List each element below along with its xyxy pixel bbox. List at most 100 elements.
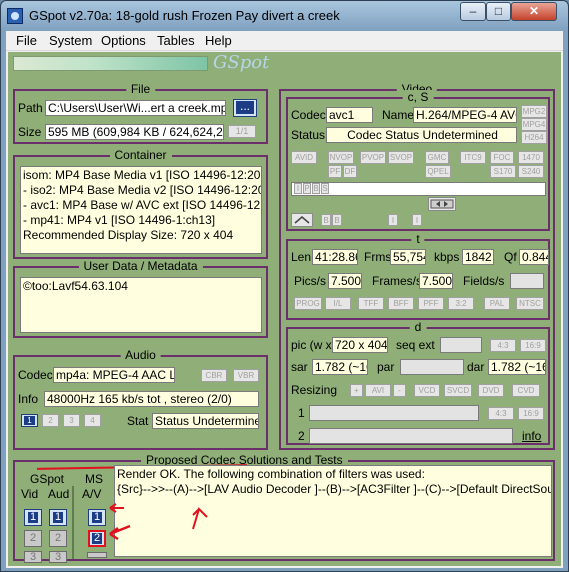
- timeline-i2: I: [412, 214, 422, 226]
- client-area: File System Options Tables Help GSpot Fi…: [6, 31, 563, 568]
- container-group-title: Container: [109, 148, 172, 162]
- container-line: Recommended Display Size: 720 x 404: [23, 228, 234, 242]
- flag-ntsc: NTSC: [516, 297, 544, 310]
- maximize-button[interactable]: □: [486, 2, 511, 21]
- ms-solution-1-button[interactable]: 1: [88, 509, 106, 526]
- frames-label: Frames/s: [372, 274, 423, 288]
- container-line: - avc1: MP4 Base w/ AVC ext [ISO 14496-1…: [23, 198, 262, 212]
- container-line: - mp41: MP4 v1 [ISO 14496-1:ch13]: [23, 213, 216, 227]
- render-output: Render OK. The following combination of …: [114, 465, 552, 557]
- par-field: [400, 359, 464, 375]
- pic-field: 720 x 404: [332, 337, 388, 353]
- dar-label: dar: [467, 360, 485, 374]
- flag-foc: FOC: [490, 151, 514, 164]
- main-panel: GSpot File Path C:\Users\User\Wi...ert a…: [8, 52, 561, 566]
- vid-solution-2-button[interactable]: 2: [24, 530, 42, 547]
- aud-solution-1-button[interactable]: 1: [49, 509, 67, 526]
- av-label: A/V: [82, 487, 102, 501]
- gspot-label: GSpot: [30, 472, 65, 486]
- timeline-reset-icon[interactable]: [291, 213, 313, 227]
- size-field: 595 MB (609,984 KB / 624,624,289: [45, 124, 224, 140]
- video-name-label: Name: [382, 108, 415, 122]
- browse-button[interactable]: ...: [233, 99, 257, 117]
- title-bar[interactable]: GSpot v2.70a: 18-gold rush Frozen Pay di…: [1, 1, 568, 31]
- render-line: Render OK. The following combination of …: [117, 467, 425, 481]
- path-label: Path: [18, 101, 43, 115]
- aud-solution-3-button[interactable]: 3: [49, 551, 67, 563]
- menu-help[interactable]: Help: [205, 33, 232, 48]
- timing-subgroup-title: t: [411, 232, 425, 246]
- flag-avid: AVID: [291, 151, 317, 164]
- par-label: par: [377, 360, 395, 374]
- dimensions-subgroup: d pic (w x 720 x 404 seq ext 4:3 16:9 sa…: [286, 320, 550, 445]
- userdata-group-title: User Data / Metadata: [78, 259, 203, 273]
- ms-solution-2-button[interactable]: 2: [88, 530, 106, 547]
- flag-pff: PFF: [418, 297, 444, 310]
- audio-stream-2-button[interactable]: 2: [42, 414, 59, 427]
- len-field: 41:28.868: [312, 249, 358, 265]
- cbr-button[interactable]: CBR: [201, 369, 227, 382]
- video-status-field: Codec Status Undetermined: [326, 127, 517, 143]
- close-button[interactable]: ✕: [511, 2, 557, 21]
- resize-row1-field: [309, 405, 479, 421]
- path-field[interactable]: C:\Users\User\Wi...ert a creek.mp4: [45, 100, 226, 116]
- menu-bar: File System Options Tables Help: [6, 31, 563, 51]
- minimize-button[interactable]: –: [460, 2, 486, 21]
- h264-tag: H264: [521, 131, 547, 144]
- aud-solution-2-button[interactable]: 2: [49, 530, 67, 547]
- menu-system[interactable]: System: [49, 33, 92, 48]
- menu-tables[interactable]: Tables: [157, 33, 195, 48]
- flag-itc9: ITC9: [460, 151, 486, 164]
- flag-qpel: QPEL: [425, 165, 451, 178]
- annotation-arrow-lav: [192, 507, 208, 530]
- aud-solution-1-label: 1: [53, 511, 63, 523]
- pics-label: Pics/s: [294, 274, 327, 288]
- timeline-b1: B: [321, 214, 331, 226]
- resize-vcd-button[interactable]: VCD: [414, 384, 440, 397]
- audio-stream-4-button[interactable]: 4: [84, 414, 101, 427]
- resize-svcd-button[interactable]: SVCD: [444, 384, 472, 397]
- resize-dvd-button[interactable]: DVD: [478, 384, 504, 397]
- resize-row1-label: 1: [298, 406, 305, 420]
- audio-info-label: Info: [18, 392, 39, 406]
- len-label: Len: [291, 250, 312, 264]
- info-link[interactable]: info: [522, 429, 541, 443]
- frame-tag-i: I: [294, 183, 302, 194]
- frame-type-strip: I P B S: [291, 182, 546, 196]
- size-label: Size: [18, 125, 42, 139]
- video-status-label: Status: [291, 128, 326, 142]
- container-group: Container isom: MP4 Base Media v1 [ISO 1…: [13, 148, 268, 259]
- container-text: isom: MP4 Base Media v1 [ISO 14496-12:20…: [20, 166, 262, 254]
- mpg4-tag: MPG4: [521, 118, 547, 131]
- render-line: {Src}-->>--(A)-->[LAV Audio Decoder ]--(…: [117, 482, 551, 496]
- menu-file[interactable]: File: [16, 33, 37, 48]
- audio-stream-3-button[interactable]: 3: [63, 414, 80, 427]
- menu-options[interactable]: Options: [101, 33, 146, 48]
- frame-tag-b: B: [312, 183, 320, 194]
- gspot-app-icon: [7, 8, 23, 24]
- ar-169-tag: 16:9: [520, 339, 546, 352]
- vid-solution-1-button[interactable]: 1: [24, 509, 42, 526]
- frms-label: Frms: [364, 250, 392, 264]
- gspot-window: GSpot v2.70a: 18-gold rush Frozen Pay di…: [0, 0, 569, 572]
- sar-field: 1.782 (~16:: [312, 359, 368, 375]
- ms-solution-3-button[interactable]: [87, 552, 107, 558]
- file-part-indicator: 1/1: [228, 125, 256, 138]
- timeline-link-icon[interactable]: [428, 197, 456, 211]
- audio-stream-1-button[interactable]: 1: [21, 414, 38, 427]
- resize-minus-button[interactable]: -: [393, 384, 406, 397]
- resize-avi-button[interactable]: AVI: [365, 384, 391, 397]
- vid-solution-3-button[interactable]: 3: [24, 551, 42, 563]
- annotation-arrows: [109, 503, 131, 541]
- file-group-title: File: [125, 82, 156, 96]
- container-line: isom: MP4 Base Media v1 [ISO 14496-12:20…: [23, 168, 262, 182]
- vid-label: Vid: [21, 487, 39, 501]
- qf-label: Qf: [504, 250, 517, 264]
- video-group: Video c, S Codec avc1 Name H.264/MPEG-4 …: [279, 82, 555, 450]
- resize-plus-button[interactable]: +: [350, 384, 363, 397]
- vbr-button[interactable]: VBR: [233, 369, 259, 382]
- audio-status-field: Status Undetermined: [152, 413, 259, 429]
- flag-pal: PAL: [484, 297, 510, 310]
- video-name-field: H.264/MPEG-4 AVC: [413, 107, 517, 123]
- resize-cvd-button[interactable]: CVD: [512, 384, 540, 397]
